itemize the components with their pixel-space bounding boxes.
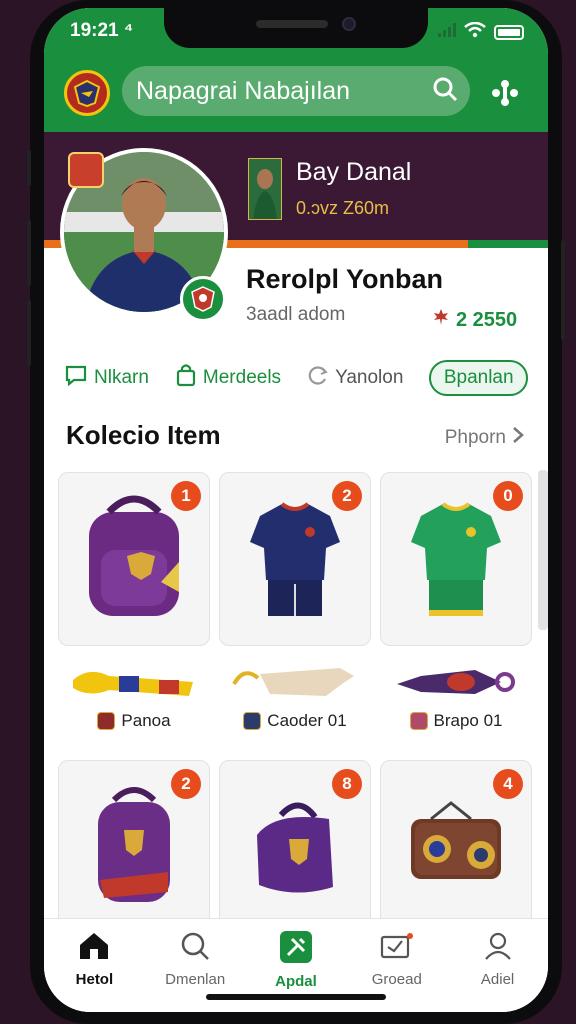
accent-stripe-end <box>468 240 548 248</box>
item-count-badge: 1 <box>171 481 201 511</box>
status-time: 19:21 ⁴ <box>70 20 134 41</box>
profile-name: Rerolpl Yonban <box>246 264 444 294</box>
item-count-badge: 0 <box>493 481 523 511</box>
player-card-sub: 0.ᴐvz Z60m <box>296 198 390 218</box>
action-refresh[interactable]: Yanolon <box>307 364 403 392</box>
speaker <box>256 20 328 28</box>
bag-icon <box>175 363 197 393</box>
profile-subtitle: 3aadl adom <box>246 304 346 325</box>
club-crest-icon <box>243 712 262 730</box>
item-count-badge: 4 <box>493 769 523 799</box>
accessory-label: Caoder 01 <box>243 711 347 731</box>
power-button <box>561 240 565 340</box>
search-input[interactable]: Napagrai Nabajılan <box>136 77 432 106</box>
refresh-icon <box>307 364 329 392</box>
backpack-icon <box>84 780 184 915</box>
accessory-label: Brapo 01 <box>409 711 503 731</box>
green-kit-icon <box>401 492 511 627</box>
apps-menu-icon[interactable] <box>490 78 520 113</box>
points-value: 2 2550 <box>456 308 518 331</box>
action-row: Nlkarn Merdeels Yanolon Bpanlan <box>64 358 528 398</box>
mute-switch <box>27 150 31 186</box>
notch <box>164 8 428 48</box>
wifi-icon <box>464 21 486 43</box>
action-chat[interactable]: Nlkarn <box>64 364 149 392</box>
club-crest-icon <box>97 712 116 730</box>
keychain-icon <box>391 662 521 705</box>
item-card[interactable]: 2 <box>219 472 371 646</box>
volume-down-button <box>27 300 31 366</box>
see-all-label: Phporn <box>444 427 506 448</box>
tab-label: Hetol <box>75 971 114 988</box>
see-all-link[interactable]: Phporn <box>445 426 524 450</box>
tab-profile[interactable]: Adiel <box>453 931 543 1012</box>
accessory-name: Brapo 01 <box>433 711 503 730</box>
tab-label: Apdal <box>275 973 317 990</box>
action-chat-label: Nlkarn <box>94 367 149 388</box>
item-count-badge: 8 <box>332 769 362 799</box>
maple-leaf-icon <box>432 308 450 332</box>
points-display: 2 2550 <box>432 308 517 332</box>
status-icons <box>438 21 524 43</box>
accessory-item[interactable]: Caoder 01 <box>219 662 371 730</box>
chat-icon <box>64 364 88 392</box>
section-title: Kolecio Item <box>66 420 221 450</box>
scarf-icon <box>69 662 199 705</box>
search-icon[interactable] <box>432 76 458 107</box>
front-camera <box>342 17 356 31</box>
radio-icon <box>401 795 511 900</box>
glove-icon <box>230 662 360 705</box>
tab-label: Adiel <box>480 971 515 988</box>
search-bar[interactable]: Napagrai Nabajılan <box>122 66 470 116</box>
tab-home[interactable]: Hetol <box>49 931 139 1012</box>
inbox-icon <box>380 931 414 965</box>
home-icon <box>78 931 110 965</box>
club-crest-icon <box>409 712 428 730</box>
item-card[interactable]: 4 <box>380 760 532 934</box>
search-icon <box>180 931 210 965</box>
wrench-icon <box>279 931 312 967</box>
player-card-photo <box>248 158 282 220</box>
backpack-icon <box>79 492 189 627</box>
club-logo-icon[interactable] <box>64 70 110 116</box>
action-refresh-label: Yanolon <box>335 367 404 388</box>
item-card[interactable]: 8 <box>219 760 371 934</box>
tab-label: Groead <box>371 971 422 988</box>
signal-icon <box>438 23 456 42</box>
scroll-edge <box>538 470 548 630</box>
accessory-item[interactable]: Brapo 01 <box>380 662 532 730</box>
backpack-icon <box>245 785 345 910</box>
tab-label: Dmenlan <box>165 971 226 988</box>
item-card[interactable]: 2 <box>58 760 210 934</box>
app-screen: 19:21 ⁴ Napagrai Nabajılan Bay Danal 0.ᴐ… <box>44 8 548 1012</box>
action-shop-label: Merdeels <box>202 367 282 388</box>
home-indicator <box>206 994 386 1000</box>
primary-action-button[interactable]: Bpanlan <box>429 360 528 396</box>
club-crest-icon <box>68 152 104 188</box>
accessory-label: Panoa <box>97 711 171 731</box>
team-badge-icon <box>180 276 226 322</box>
navy-kit-icon <box>240 492 350 627</box>
item-count-badge: 2 <box>171 769 201 799</box>
accessory-name: Caoder 01 <box>267 711 347 730</box>
accessory-item[interactable]: Panoa <box>58 662 210 730</box>
battery-icon <box>494 25 524 40</box>
volume-up-button <box>27 220 31 286</box>
action-shop[interactable]: Merdeels <box>175 363 281 393</box>
chevron-right-icon <box>512 426 524 450</box>
player-card-name: Bay Danal <box>296 158 412 186</box>
item-card[interactable]: 0 <box>380 472 532 646</box>
accessory-name: Panoa <box>121 711 171 730</box>
item-count-badge: 2 <box>332 481 362 511</box>
person-icon <box>483 931 513 965</box>
item-card[interactable]: 1 <box>58 472 210 646</box>
